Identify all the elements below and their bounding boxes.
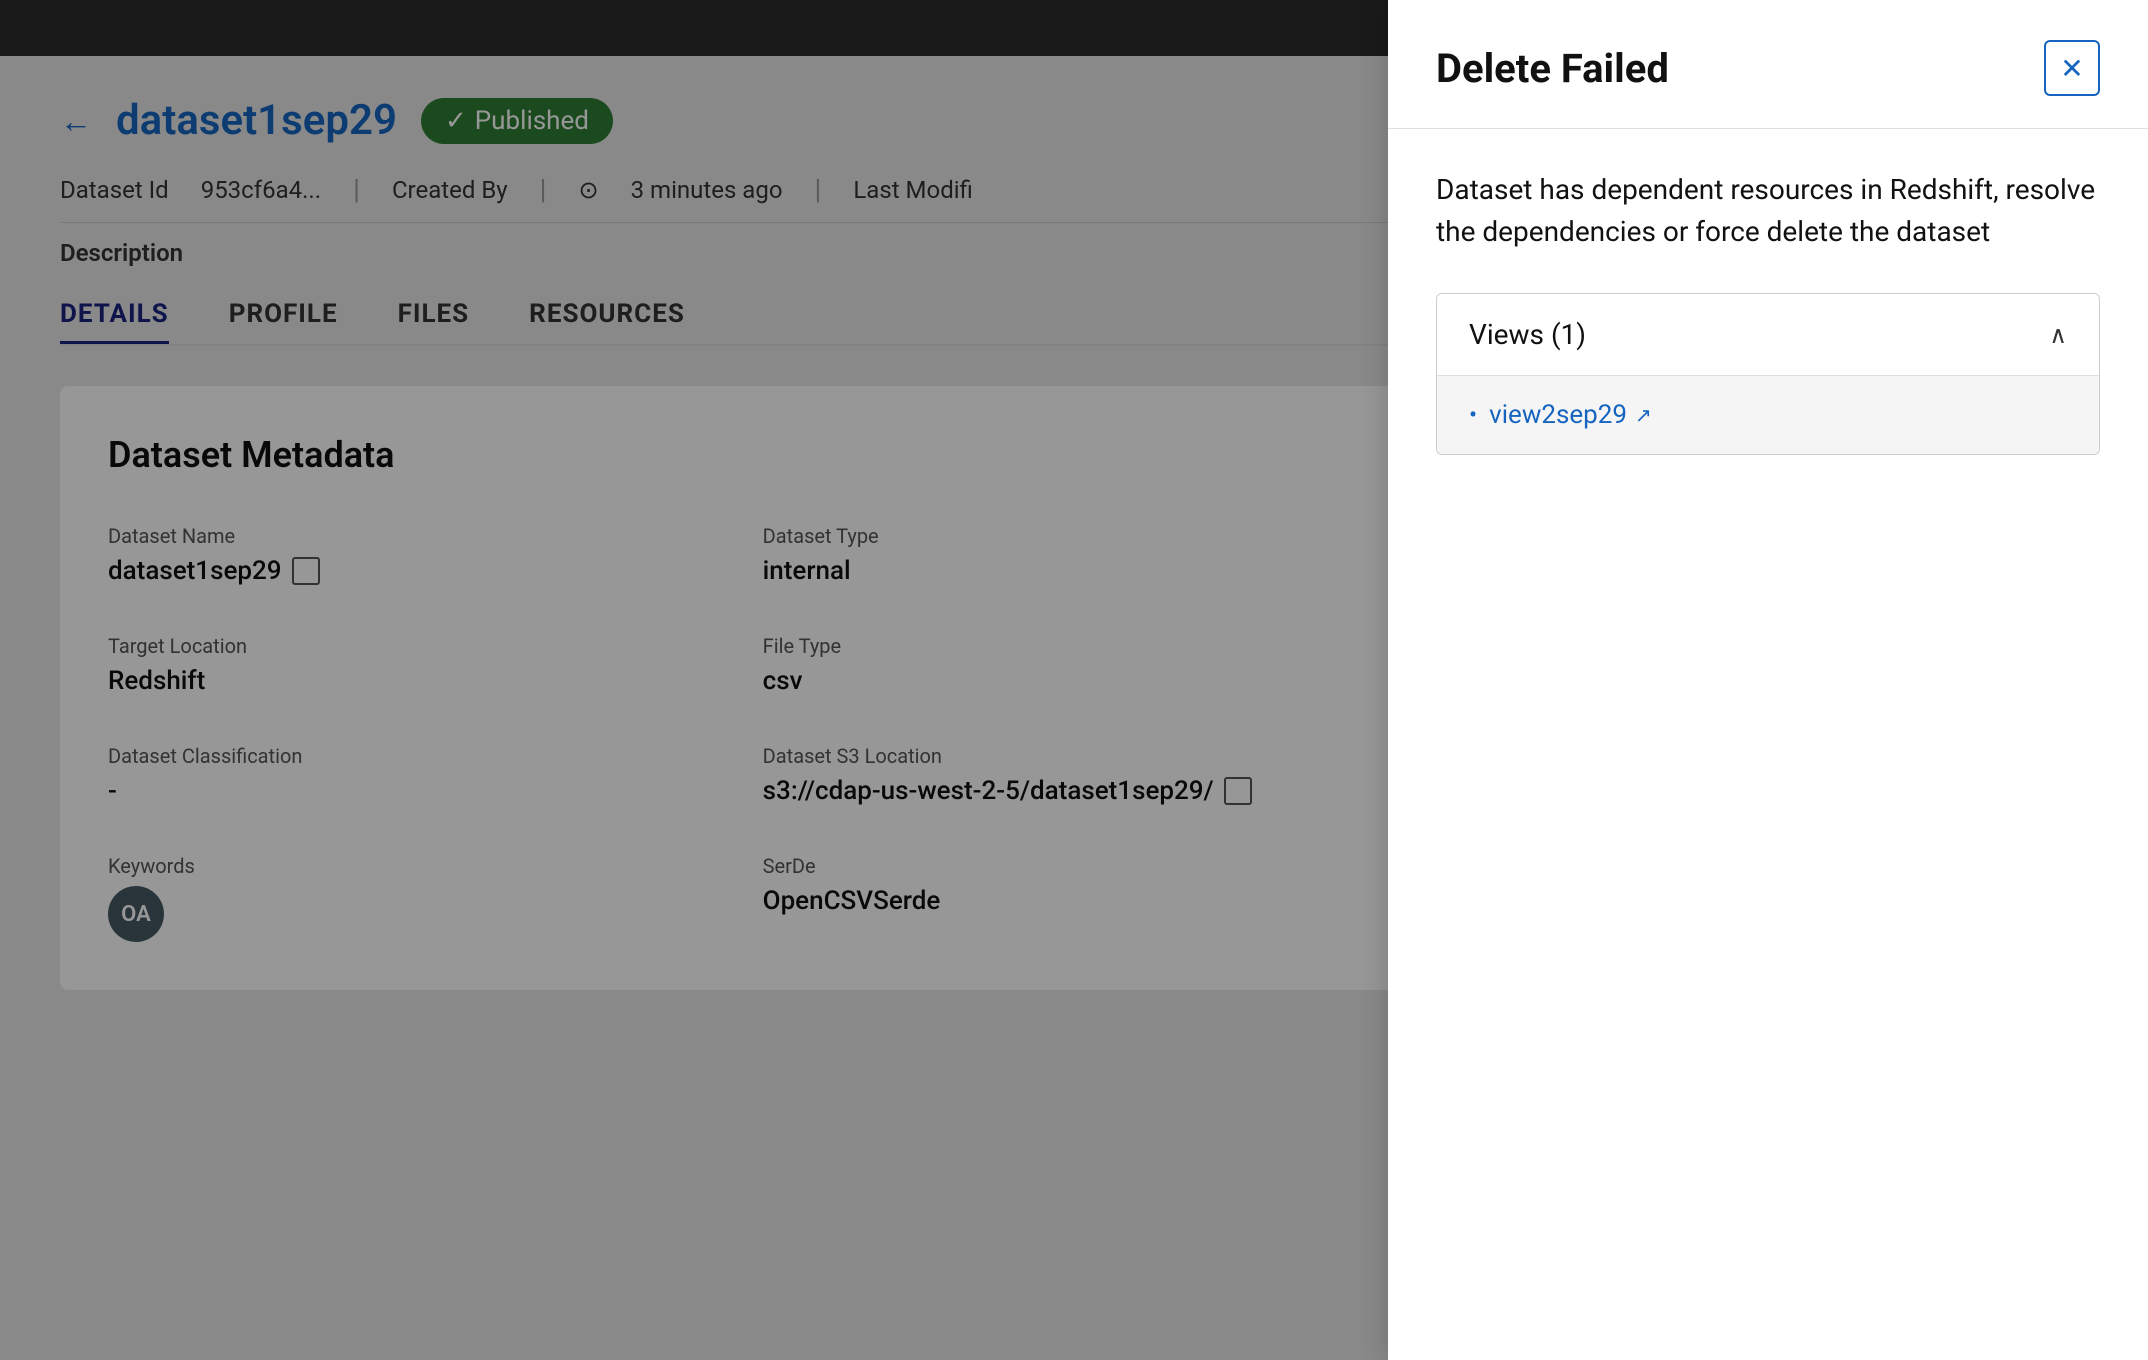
list-item: • view2sep29 ↗ <box>1469 400 2067 430</box>
external-link-icon: ↗ <box>1635 403 1652 427</box>
views-count: (1) <box>1551 318 1586 351</box>
view-link[interactable]: view2sep29 ↗ <box>1489 400 1652 430</box>
views-accordion-header[interactable]: Views (1) ∧ <box>1437 294 2099 376</box>
view-link-text: view2sep29 <box>1489 400 1627 430</box>
close-icon: ✕ <box>2060 52 2083 85</box>
modal-header: Delete Failed ✕ <box>1388 0 2148 129</box>
modal-title: Delete Failed <box>1436 45 1669 92</box>
close-button[interactable]: ✕ <box>2044 40 2100 96</box>
chevron-up-icon: ∧ <box>2049 321 2067 349</box>
modal-body: Dataset has dependent resources in Redsh… <box>1388 129 2148 1360</box>
bullet-icon: • <box>1469 401 1477 429</box>
delete-failed-modal: Delete Failed ✕ Dataset has dependent re… <box>1388 0 2148 1360</box>
views-label: Views (1) <box>1469 318 1586 351</box>
modal-message: Dataset has dependent resources in Redsh… <box>1436 169 2100 253</box>
views-content: • view2sep29 ↗ <box>1437 376 2099 454</box>
views-accordion: Views (1) ∧ • view2sep29 ↗ <box>1436 293 2100 455</box>
